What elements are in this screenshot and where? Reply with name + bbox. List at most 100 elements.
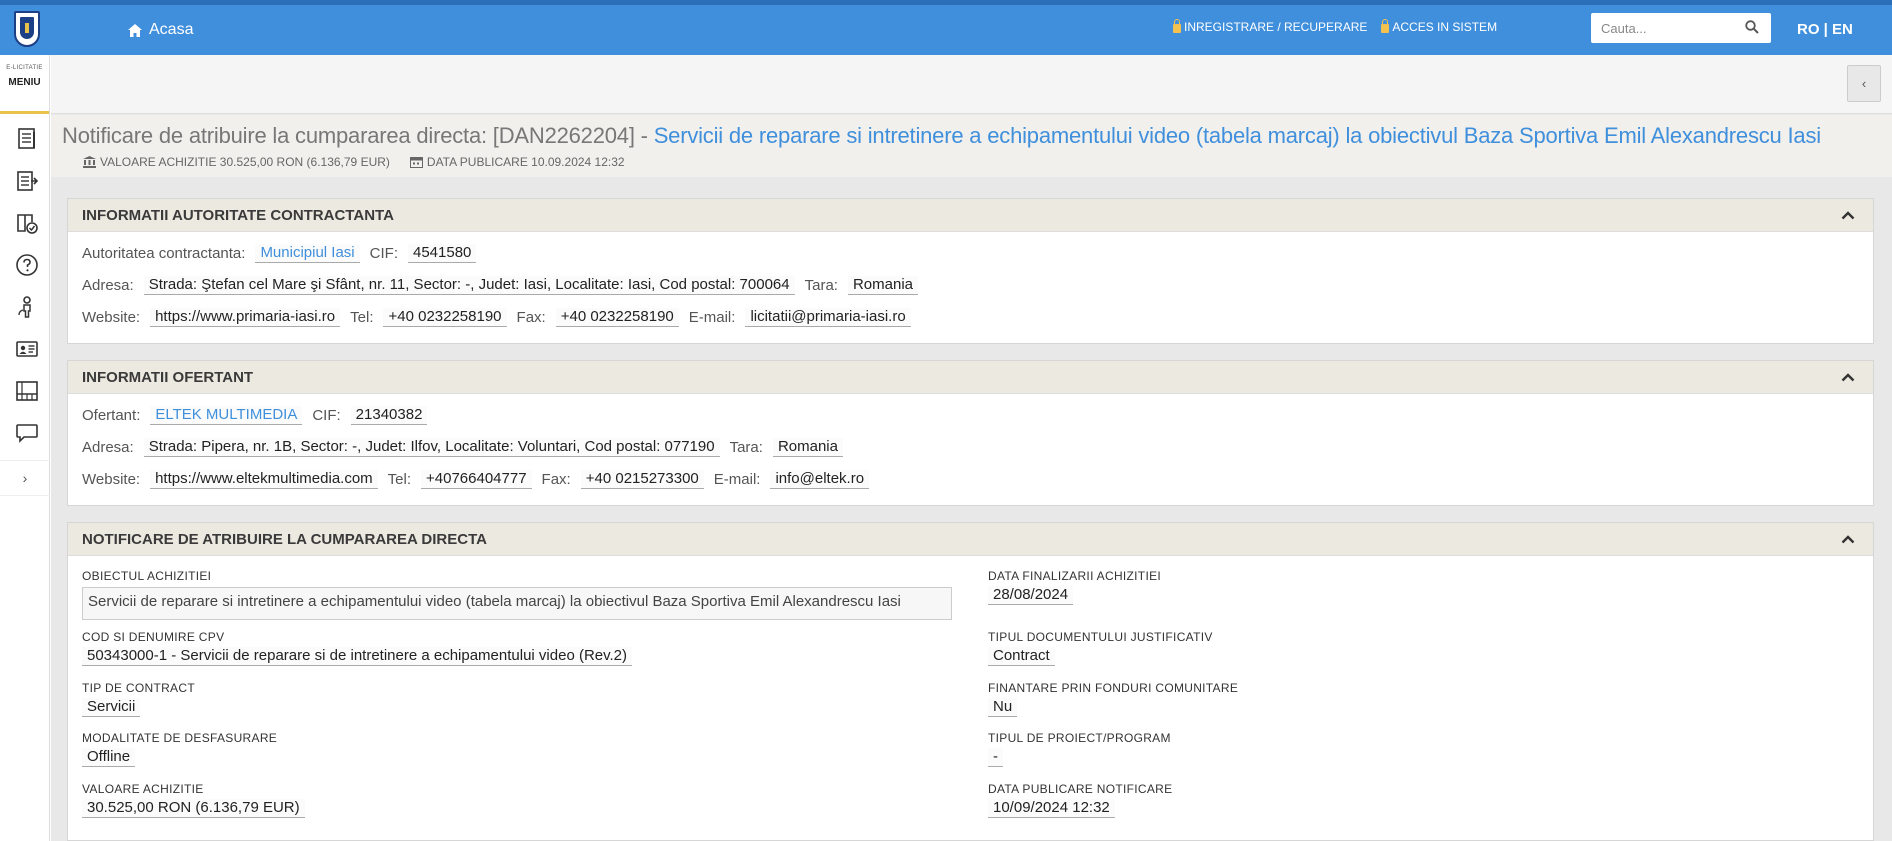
register-link[interactable]: INREGISTRARE / RECUPERARE [1173, 19, 1367, 34]
email-label: E-mail: [713, 471, 761, 488]
tel-label: Tel: [387, 471, 412, 488]
bidder-label: Ofertant: [82, 407, 141, 424]
sidebar: E-LICITATIE MENIU › [0, 55, 50, 841]
website-value[interactable]: https://www.primaria-iasi.ro [150, 308, 341, 327]
website-label: Website: [82, 471, 141, 488]
site-logo[interactable] [14, 11, 40, 47]
fax-label: Fax: [541, 471, 571, 488]
object-field: Servicii de reparare si intretinere a ec… [82, 587, 952, 620]
address-value: Strada: Pipera, nr. 1B, Sector: -, Judet… [143, 438, 720, 457]
fax-label: Fax: [516, 309, 546, 326]
cif-label: CIF: [312, 407, 341, 424]
finish-date-value: 28/08/2024 [988, 586, 1074, 605]
top-bar: Acasa INREGISTRARE / RECUPERARE ACCES IN… [0, 0, 1892, 55]
project-value: - [988, 748, 1003, 767]
value-meta-text: VALOARE ACHIZITIE 30.525,00 RON (6.136,7… [100, 155, 390, 169]
pub-date-value: 10/09/2024 12:32 [988, 799, 1115, 818]
menu-label: MENIU [8, 77, 41, 88]
cif-value: 4541580 [408, 244, 477, 263]
country-value: Romania [772, 438, 843, 457]
address-label: Adresa: [82, 277, 134, 294]
title-prefix: Notificare de atribuire la cumpararea di… [62, 123, 648, 148]
notice-panel: NOTIFICARE DE ATRIBUIRE LA CUMPARAREA DI… [67, 522, 1874, 841]
menu-header[interactable]: E-LICITATIE MENIU [0, 55, 49, 114]
language-switch[interactable]: RO | EN [1797, 21, 1853, 38]
address-value: Strada: Ştefan cel Mare şi Sfânt, nr. 11… [143, 276, 795, 295]
lock-icon [1381, 19, 1390, 33]
toolbar: ‹ [51, 55, 1892, 114]
home-link[interactable]: Acasa [127, 21, 193, 39]
main-content: ‹ Notificare de atribuire la cumpararea … [51, 55, 1892, 841]
eu-funds-label: FINANTARE PRIN FONDURI COMUNITARE [988, 681, 1239, 695]
book-check-icon[interactable] [15, 211, 39, 235]
contract-type-value: Servicii [82, 698, 141, 717]
cif-value: 21340382 [350, 406, 428, 425]
website-value[interactable]: https://www.eltekmultimedia.com [150, 470, 378, 489]
access-link[interactable]: ACCES IN SISTEM [1381, 19, 1497, 34]
eu-funds-value: Nu [988, 698, 1018, 717]
authority-link[interactable]: Municipiul Iasi [255, 244, 360, 263]
contract-type-label: TIP DE CONTRACT [82, 681, 195, 695]
authority-row: Autoritatea contractanta: Municipiul Ias… [82, 244, 486, 263]
mode-value: Offline [82, 748, 136, 767]
collapse-button[interactable]: ‹ [1847, 65, 1881, 102]
bidder-address-row: Adresa: Strada: Pipera, nr. 1B, Sector: … [82, 438, 853, 457]
value-value: 30.525,00 RON (6.136,79 EUR) [82, 799, 305, 818]
doc-type-value: Contract [988, 647, 1055, 666]
chevron-up-icon[interactable] [1841, 210, 1855, 220]
home-icon [128, 23, 142, 37]
authority-panel-header[interactable]: INFORMATII AUTORITATE CONTRACTANTA [68, 199, 1873, 232]
country-label: Tara: [804, 277, 838, 294]
brand-label: E-LICITATIE [6, 65, 43, 71]
title-link[interactable]: Servicii de reparare si intretinere a ec… [654, 123, 1821, 148]
bidder-contact-row: Website: https://www.eltekmultimedia.com… [82, 470, 879, 489]
search-input[interactable] [1591, 13, 1731, 43]
sidebar-expand-button[interactable]: › [0, 460, 50, 496]
fax-value: +40 0232258190 [555, 308, 679, 327]
person-icon[interactable] [15, 295, 39, 319]
email-value[interactable]: info@eltek.ro [770, 470, 870, 489]
bidder-heading: INFORMATII OFERTANT [82, 369, 254, 386]
lock-icon [1173, 19, 1181, 33]
search-icon[interactable] [1745, 20, 1759, 34]
bidder-panel: INFORMATII OFERTANT Ofertant: ELTEK MULT… [67, 360, 1874, 506]
website-label: Website: [82, 309, 141, 326]
value-meta: VALOARE ACHIZITIE 30.525,00 RON (6.136,7… [83, 155, 390, 169]
country-value: Romania [847, 276, 918, 295]
bidder-panel-header[interactable]: INFORMATII OFERTANT [68, 361, 1873, 394]
date-meta-text: DATA PUBLICARE 10.09.2024 12:32 [426, 155, 625, 169]
object-label: OBIECTUL ACHIZITIEI [82, 569, 212, 583]
doc-type-label: TIPUL DOCUMENTULUI JUSTIFICATIV [988, 630, 1213, 644]
bidder-row: Ofertant: ELTEK MULTIMEDIA CIF: 21340382 [82, 406, 437, 425]
bank-icon [83, 156, 96, 168]
search-box [1591, 13, 1771, 43]
chat-icon[interactable] [15, 421, 39, 445]
notice-heading: NOTIFICARE DE ATRIBUIRE LA CUMPARAREA DI… [82, 531, 487, 548]
tel-label: Tel: [350, 309, 374, 326]
id-card-icon[interactable] [15, 337, 39, 361]
pub-date-label: DATA PUBLICARE NOTIFICARE [988, 782, 1173, 796]
bidder-link[interactable]: ELTEK MULTIMEDIA [150, 406, 303, 425]
export-list-icon[interactable] [15, 169, 39, 193]
page-title: Notificare de atribuire la cumpararea di… [62, 123, 1821, 149]
authority-label: Autoritatea contractanta: [82, 245, 246, 262]
email-label: E-mail: [688, 309, 736, 326]
finish-date-label: DATA FINALIZARII ACHIZITIEI [988, 569, 1162, 583]
value-label: VALOARE ACHIZITIE [82, 782, 204, 796]
document-list-icon[interactable] [15, 127, 39, 151]
email-value[interactable]: licitatii@primaria-iasi.ro [745, 308, 911, 327]
tel-value: +40 0232258190 [383, 308, 507, 327]
building-icon[interactable] [15, 379, 39, 403]
notice-panel-header[interactable]: NOTIFICARE DE ATRIBUIRE LA CUMPARAREA DI… [68, 523, 1873, 556]
chevron-up-icon[interactable] [1841, 534, 1855, 544]
authority-contact-row: Website: https://www.primaria-iasi.ro Te… [82, 308, 921, 327]
date-meta: DATA PUBLICARE 10.09.2024 12:32 [409, 155, 625, 169]
mode-label: MODALITATE DE DESFASURARE [82, 731, 278, 745]
cpv-label: COD SI DENUMIRE CPV [82, 630, 225, 644]
authority-heading: INFORMATII AUTORITATE CONTRACTANTA [82, 207, 394, 224]
project-label: TIPUL DE PROIECT/PROGRAM [988, 731, 1171, 745]
authority-panel: INFORMATII AUTORITATE CONTRACTANTA Autor… [67, 198, 1874, 344]
home-label: Acasa [149, 21, 194, 38]
chevron-up-icon[interactable] [1841, 372, 1855, 382]
help-icon[interactable] [15, 253, 39, 277]
